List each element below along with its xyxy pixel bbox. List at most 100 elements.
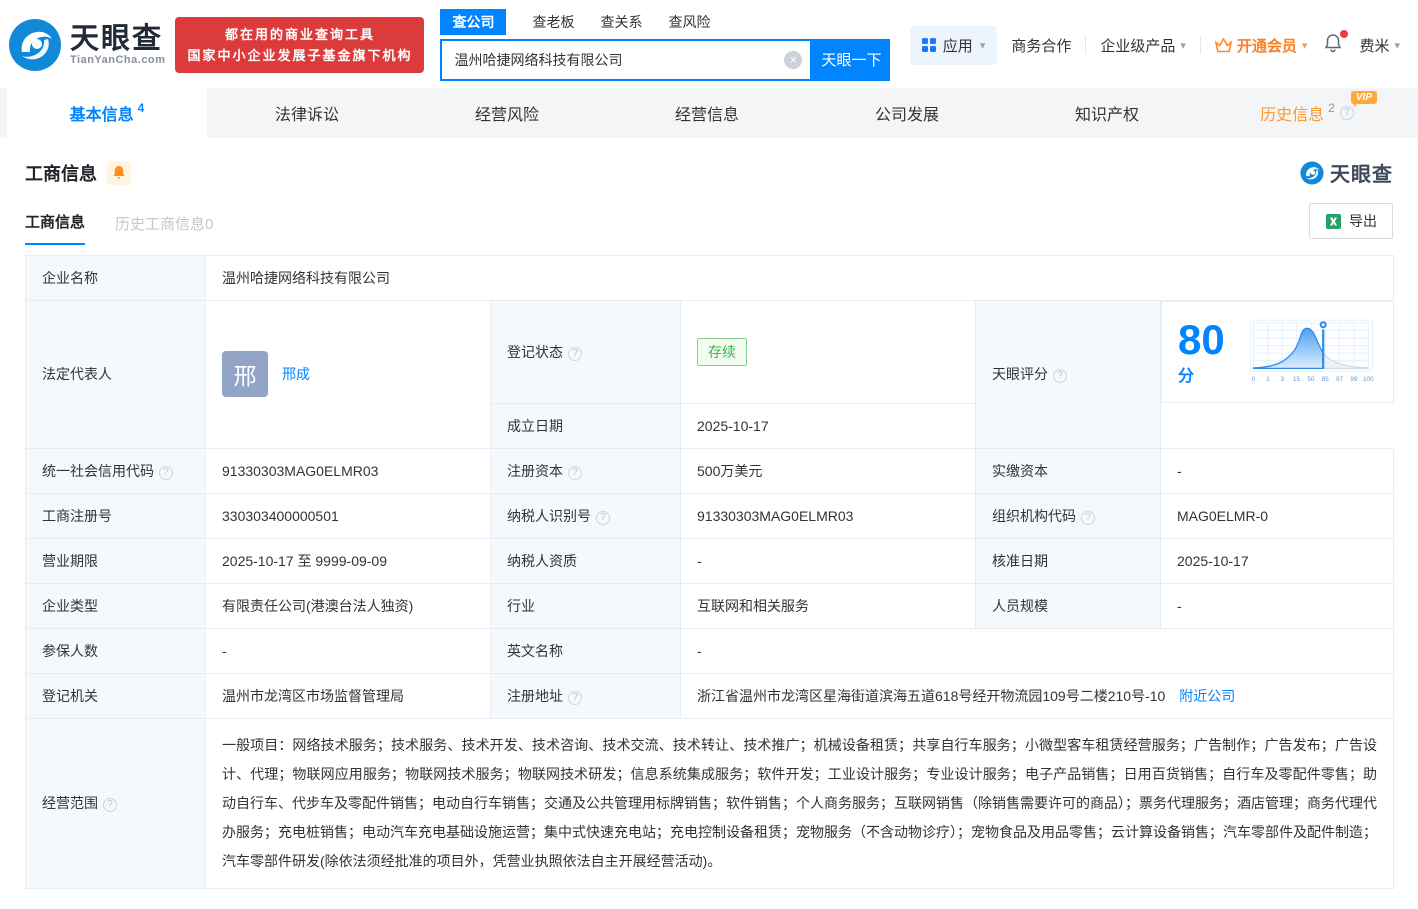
table-row: 经营范围 一般项目：网络技术服务；技术服务、技术开发、技术咨询、技术交流、技术转… — [26, 718, 1394, 888]
search-tabs: 查公司 查老板 查关系 查风险 — [440, 10, 890, 34]
field-label: 纳税人识别号 — [491, 493, 681, 538]
vip-badge: VIP — [1351, 91, 1377, 104]
field-label: 实缴资本 — [976, 448, 1161, 493]
svg-text:1: 1 — [1266, 376, 1270, 383]
table-row: 工商注册号 330303400000501 纳税人识别号 91330303MAG… — [26, 493, 1394, 538]
approval-date-value: 2025-10-17 — [1161, 538, 1394, 583]
registered-address-cell: 浙江省温州市龙湾区星海街道滨海五道618号经开物流园109号二楼210号-10 … — [681, 673, 1394, 718]
slogan-line1: 都在用的商业查询工具 — [187, 24, 412, 45]
search-tab-company[interactable]: 查公司 — [440, 9, 506, 35]
section-title: 工商信息 — [25, 160, 97, 186]
table-row: 统一社会信用代码 91330303MAG0ELMR03 注册资本 500万美元 … — [26, 448, 1394, 493]
help-icon[interactable] — [159, 466, 173, 480]
svg-text:99: 99 — [1350, 376, 1358, 383]
svg-text:3: 3 — [1281, 376, 1285, 383]
field-label: 注册地址 — [491, 673, 681, 718]
registered-address-value: 浙江省温州市龙湾区星海街道滨海五道618号经开物流园109号二楼210号-10 — [697, 688, 1165, 704]
table-row: 营业期限 2025-10-17 至 9999-09-09 纳税人资质 - 核准日… — [26, 538, 1394, 583]
field-label: 统一社会信用代码 — [26, 448, 206, 493]
tab-label: 公司发展 — [875, 101, 939, 125]
svg-text:100: 100 — [1363, 376, 1374, 383]
search-tab-relation[interactable]: 查关系 — [600, 12, 642, 32]
help-icon[interactable] — [568, 347, 582, 361]
tab-label: 经营风险 — [475, 101, 539, 125]
notifications-bell[interactable] — [1321, 33, 1345, 57]
subtab-business-registration[interactable]: 工商信息 — [25, 211, 85, 245]
company-type-value: 有限责任公司(港澳台法人独资) — [206, 583, 491, 628]
tab-business-info[interactable]: 经营信息 — [607, 88, 807, 138]
help-icon[interactable] — [1081, 511, 1095, 525]
tab-legal-proceedings[interactable]: 法律诉讼 — [207, 88, 407, 138]
field-label: 纳税人资质 — [491, 538, 681, 583]
industry-value: 互联网和相关服务 — [681, 583, 976, 628]
chevron-down-icon: ▾ — [980, 39, 986, 52]
search-input[interactable] — [440, 39, 812, 81]
field-label: 行业 — [491, 583, 681, 628]
main-tabbar: 基本信息 4 法律诉讼 经营风险 经营信息 公司发展 知识产权 VIP 历史信息… — [0, 88, 1418, 138]
score-distribution-chart: 0 1 3 15 50 85 97 99 100 — [1249, 314, 1376, 390]
chevron-down-icon: ▾ — [1394, 39, 1400, 52]
business-term-value: 2025-10-17 至 9999-09-09 — [206, 538, 491, 583]
help-icon[interactable] — [568, 466, 582, 480]
subtab-history-registration[interactable]: 历史工商信息0 — [115, 213, 213, 245]
open-membership[interactable]: 开通会员 ▾ — [1215, 35, 1308, 56]
legal-representative-cell: 邢 邢成 — [206, 301, 491, 449]
subscribe-bell-button[interactable] — [107, 161, 131, 185]
enterprise-label: 企业级产品 — [1100, 35, 1175, 56]
export-label: 导出 — [1349, 211, 1377, 231]
staff-size-value: - — [1161, 583, 1394, 628]
divider — [1200, 36, 1201, 54]
field-label: 参保人数 — [26, 628, 206, 673]
field-label: 成立日期 — [491, 403, 681, 448]
svg-text:50: 50 — [1307, 376, 1315, 383]
legal-representative-link[interactable]: 邢成 — [282, 364, 310, 384]
help-icon[interactable] — [103, 798, 117, 812]
tab-company-development[interactable]: 公司发展 — [807, 88, 1007, 138]
svg-text:15: 15 — [1293, 376, 1301, 383]
nearby-companies-link[interactable]: 附近公司 — [1179, 688, 1235, 704]
watermark-text: 天眼查 — [1330, 158, 1393, 187]
help-icon[interactable] — [1053, 369, 1067, 383]
tab-label: 基本信息 — [70, 101, 134, 125]
taxpayer-qualification-value: - — [681, 538, 976, 583]
notification-dot — [1340, 30, 1348, 38]
main-content: 工商信息 天眼查 工商信息 历史工商信息0 导出 — [0, 158, 1418, 909]
membership-label: 开通会员 — [1237, 35, 1297, 56]
crown-icon — [1215, 38, 1232, 53]
tab-basic-info[interactable]: 基本信息 4 — [7, 88, 207, 138]
chevron-down-icon: ▾ — [1180, 39, 1186, 52]
help-icon[interactable] — [1340, 106, 1354, 120]
nav-cooperation[interactable]: 商务合作 — [1011, 35, 1071, 56]
avatar[interactable]: 邢 — [222, 351, 268, 397]
org-code-value: MAG0ELMR-0 — [1161, 493, 1394, 538]
help-icon[interactable] — [596, 511, 610, 525]
table-row: 企业类型 有限责任公司(港澳台法人独资) 行业 互联网和相关服务 人员规模 - — [26, 583, 1394, 628]
tianyancha-logo[interactable]: 天眼查 TianYanCha.com — [8, 18, 165, 72]
clear-search-icon[interactable] — [784, 51, 802, 69]
field-label: 经营范围 — [26, 718, 206, 888]
field-label: 人员规模 — [976, 583, 1161, 628]
search-button[interactable]: 天眼一下 — [812, 39, 890, 81]
tab-operating-risk[interactable]: 经营风险 — [407, 88, 607, 138]
apps-menu[interactable]: 应用 ▾ — [910, 26, 998, 65]
header-nav: 应用 ▾ 商务合作 企业级产品 ▾ 开通会员 ▾ 费米 ▾ — [910, 26, 1400, 65]
english-name-value: - — [681, 628, 1394, 673]
field-label: 组织机构代码 — [976, 493, 1161, 538]
tab-intellectual-property[interactable]: 知识产权 — [1007, 88, 1207, 138]
field-label: 登记状态 — [491, 301, 681, 404]
help-icon[interactable] — [568, 691, 582, 705]
search-tab-boss[interactable]: 查老板 — [532, 12, 574, 32]
watermark-logo: 天眼查 — [1300, 158, 1393, 187]
tab-history-info[interactable]: VIP 历史信息 2 — [1207, 88, 1407, 138]
search-tab-risk[interactable]: 查风险 — [668, 12, 710, 32]
establish-date-value: 2025-10-17 — [681, 403, 976, 448]
nav-enterprise-products[interactable]: 企业级产品 ▾ — [1100, 35, 1186, 56]
export-button[interactable]: 导出 — [1309, 203, 1393, 239]
field-label: 法定代表人 — [26, 301, 206, 449]
field-label: 企业名称 — [26, 256, 206, 301]
svg-text:85: 85 — [1322, 376, 1330, 383]
user-menu[interactable]: 费米 ▾ — [1359, 35, 1400, 56]
field-label: 登记机关 — [26, 673, 206, 718]
status-badge: 存续 — [697, 338, 747, 366]
company-name-value: 温州哈捷网络科技有限公司 — [206, 256, 1394, 301]
